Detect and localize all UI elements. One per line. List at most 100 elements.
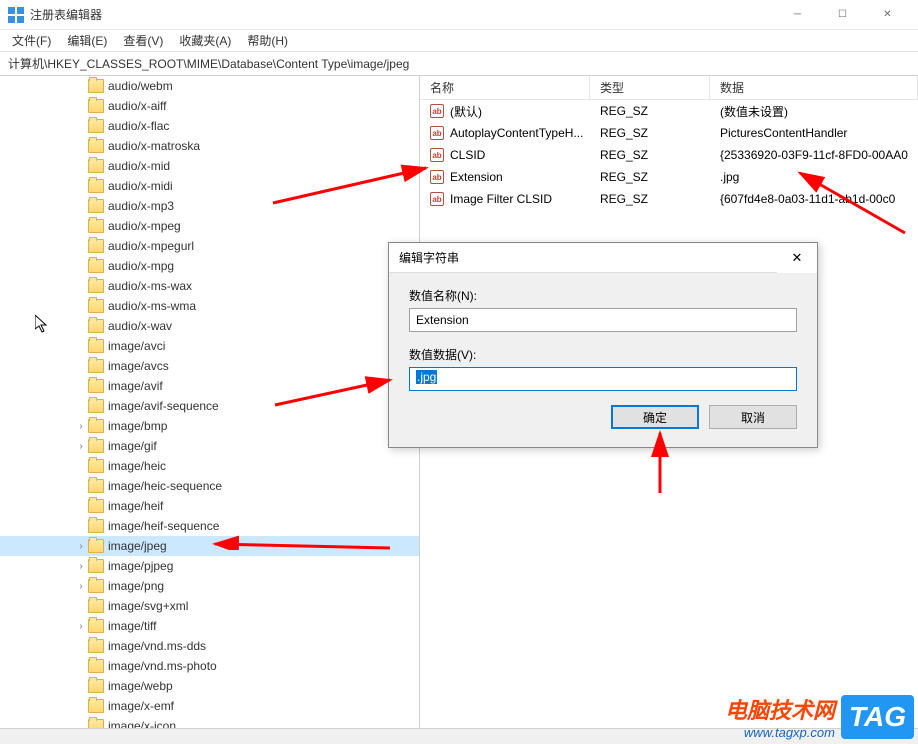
menu-favorites[interactable]: 收藏夹(A) (171, 30, 239, 51)
tree-item[interactable]: image/heif (0, 496, 419, 516)
folder-icon (88, 319, 104, 333)
tree-item-label: image/x-icon (108, 719, 176, 728)
tree-item[interactable]: audio/x-midi (0, 176, 419, 196)
tree-item[interactable]: image/vnd.ms-dds (0, 636, 419, 656)
tree-item[interactable]: audio/x-matroska (0, 136, 419, 156)
list-row[interactable]: abImage Filter CLSIDREG_SZ{607fd4e8-0a03… (420, 188, 918, 210)
tree-item[interactable]: image/x-icon (0, 716, 419, 728)
header-type[interactable]: 类型 (590, 76, 710, 99)
tree-item[interactable]: audio/x-flac (0, 116, 419, 136)
tree-item[interactable]: image/avcs (0, 356, 419, 376)
folder-icon (88, 139, 104, 153)
folder-icon (88, 619, 104, 633)
folder-icon (88, 199, 104, 213)
tree-item-label: image/svg+xml (108, 599, 188, 613)
cancel-button[interactable]: 取消 (709, 405, 797, 429)
list-row[interactable]: abExtensionREG_SZ.jpg (420, 166, 918, 188)
tree-item[interactable]: audio/x-mpegurl (0, 236, 419, 256)
folder-icon (88, 159, 104, 173)
tree-item-label: audio/webm (108, 79, 173, 93)
dialog-close-button[interactable]: ✕ (777, 243, 817, 273)
tree-item[interactable]: audio/x-mid (0, 156, 419, 176)
reg-string-icon: ab (430, 104, 444, 118)
menu-file[interactable]: 文件(F) (4, 30, 59, 51)
tree-item[interactable]: image/heif-sequence (0, 516, 419, 536)
tree-item[interactable]: audio/x-mp3 (0, 196, 419, 216)
tree-item[interactable]: image/avif (0, 376, 419, 396)
expander-icon[interactable]: › (74, 441, 88, 452)
tree-item[interactable]: image/avci (0, 336, 419, 356)
tree-item[interactable]: audio/x-mpeg (0, 216, 419, 236)
list-header: 名称 类型 数据 (420, 76, 918, 100)
cell-type: REG_SZ (590, 148, 710, 162)
maximize-button[interactable]: ☐ (820, 0, 865, 30)
tree-item-label: audio/x-mpeg (108, 219, 181, 233)
menu-edit[interactable]: 编辑(E) (59, 30, 115, 51)
value-data-input[interactable]: .jpg (409, 367, 797, 391)
folder-icon (88, 719, 104, 728)
folder-icon (88, 599, 104, 613)
expander-icon[interactable]: › (74, 541, 88, 552)
list-row[interactable]: ab(默认)REG_SZ(数值未设置) (420, 100, 918, 122)
expander-icon[interactable]: › (74, 621, 88, 632)
cell-name: abAutoplayContentTypeH... (420, 126, 590, 140)
cell-name: abCLSID (420, 148, 590, 162)
tree-item[interactable]: ›image/jpeg (0, 536, 419, 556)
ok-button[interactable]: 确定 (611, 405, 699, 429)
tree-item-label: audio/x-midi (108, 179, 173, 193)
tree-item-label: audio/x-mpg (108, 259, 174, 273)
regedit-icon (8, 7, 24, 23)
tree-item-label: image/webp (108, 679, 173, 693)
tree-item[interactable]: image/avif-sequence (0, 396, 419, 416)
value-data-label: 数值数据(V): (409, 346, 797, 363)
address-bar[interactable]: 计算机\HKEY_CLASSES_ROOT\MIME\Database\Cont… (0, 52, 918, 76)
tree-item[interactable]: audio/x-aiff (0, 96, 419, 116)
reg-string-icon: ab (430, 192, 444, 206)
menu-help[interactable]: 帮助(H) (239, 30, 296, 51)
folder-icon (88, 219, 104, 233)
folder-icon (88, 179, 104, 193)
minimize-button[interactable]: ─ (775, 0, 820, 30)
tree-item[interactable]: ›image/tiff (0, 616, 419, 636)
tree-item[interactable]: audio/x-ms-wma (0, 296, 419, 316)
tree-item-label: image/bmp (108, 419, 167, 433)
folder-icon (88, 259, 104, 273)
list-row[interactable]: abCLSIDREG_SZ{25336920-03F9-11cf-8FD0-00… (420, 144, 918, 166)
tree-item[interactable]: image/webp (0, 676, 419, 696)
list-row[interactable]: abAutoplayContentTypeH...REG_SZPicturesC… (420, 122, 918, 144)
tree-item[interactable]: audio/x-wav (0, 316, 419, 336)
expander-icon[interactable]: › (74, 421, 88, 432)
menu-view[interactable]: 查看(V) (115, 30, 171, 51)
tree-item[interactable]: image/x-emf (0, 696, 419, 716)
cell-data: {607fd4e8-0a03-11d1-ab1d-00c0 (710, 192, 918, 206)
tree-item[interactable]: › image/bmp (0, 416, 419, 436)
tree-item-label: image/png (108, 579, 164, 593)
tree-item[interactable]: image/svg+xml (0, 596, 419, 616)
close-button[interactable]: ✕ (865, 0, 910, 30)
value-name-input[interactable] (409, 308, 797, 332)
tree-item[interactable]: ›image/pjpeg (0, 556, 419, 576)
header-data[interactable]: 数据 (710, 76, 918, 99)
tree-item-label: audio/x-mp3 (108, 199, 174, 213)
header-name[interactable]: 名称 (420, 76, 590, 99)
watermark: 电脑技术网 www.tagxp.com TAG (725, 693, 914, 740)
folder-icon (88, 639, 104, 653)
tree-item[interactable]: image/heic (0, 456, 419, 476)
tree-item[interactable]: image/vnd.ms-photo (0, 656, 419, 676)
tree-item[interactable]: audio/x-ms-wax (0, 276, 419, 296)
expander-icon[interactable]: › (74, 561, 88, 572)
cell-name: abImage Filter CLSID (420, 192, 590, 206)
tree-item[interactable]: image/heic-sequence (0, 476, 419, 496)
tree-item-label: image/heic-sequence (108, 479, 222, 493)
folder-icon (88, 459, 104, 473)
expander-icon[interactable]: › (74, 581, 88, 592)
tree-item[interactable]: audio/x-mpg (0, 256, 419, 276)
folder-icon (88, 379, 104, 393)
tree-item[interactable]: ›image/gif (0, 436, 419, 456)
tree-pane[interactable]: audio/webmaudio/x-aiffaudio/x-flacaudio/… (0, 76, 420, 728)
tree-item[interactable]: audio/webm (0, 76, 419, 96)
folder-icon (88, 539, 104, 553)
window-title: 注册表编辑器 (30, 6, 102, 23)
tree-item[interactable]: › image/png (0, 576, 419, 596)
reg-string-icon: ab (430, 126, 444, 140)
